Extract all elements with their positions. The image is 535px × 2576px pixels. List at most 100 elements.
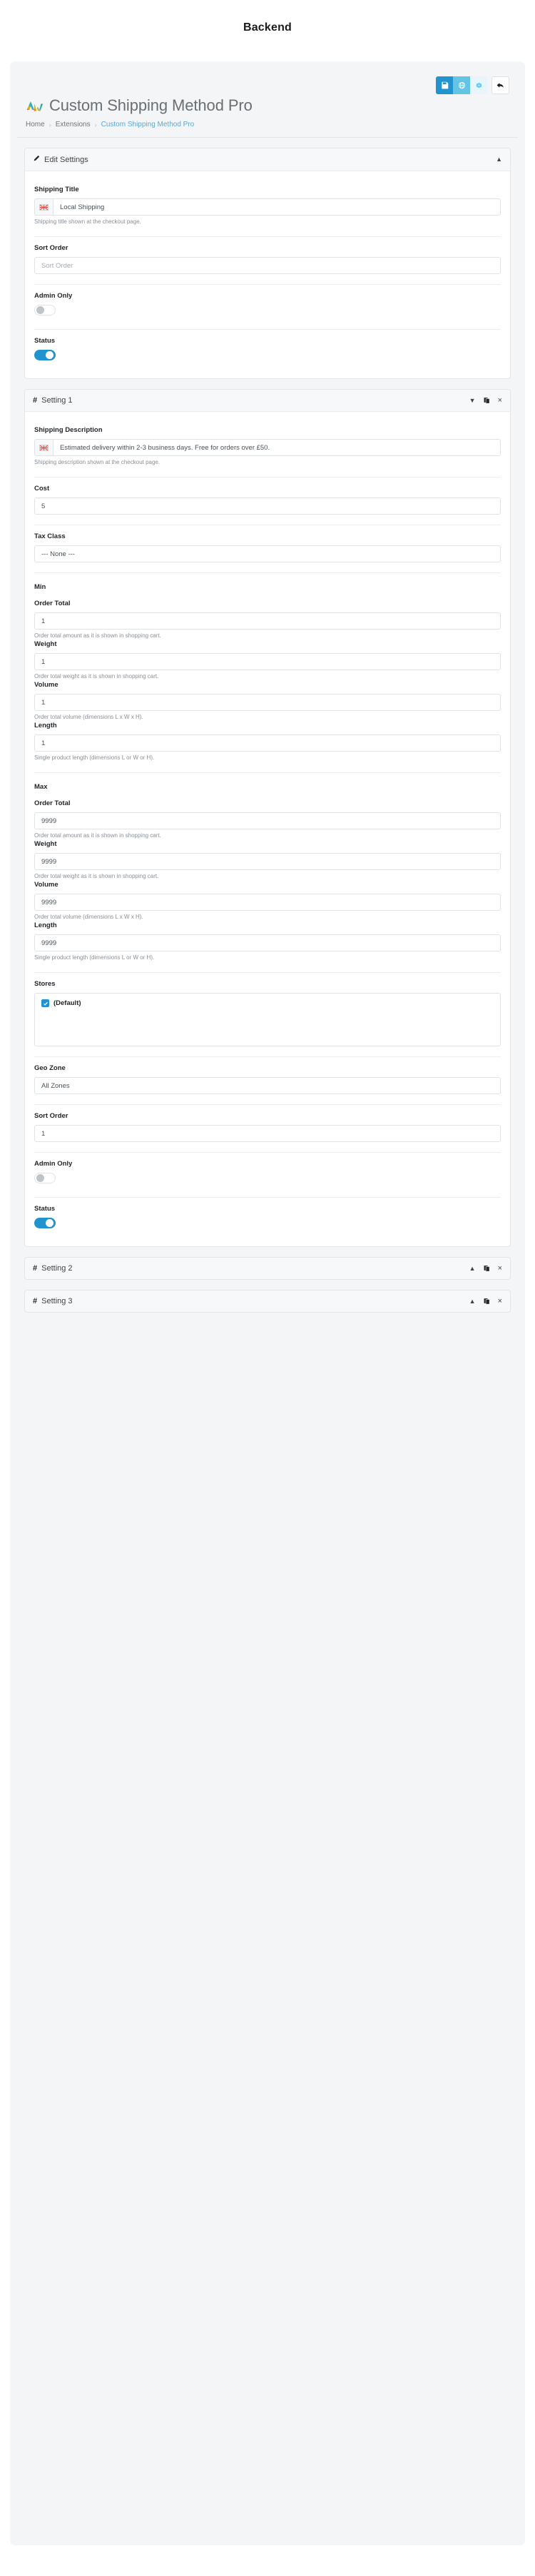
max-weight-help: Order total weight as it is shown in sho… <box>34 873 159 880</box>
setting-3-header[interactable]: # Setting 3 ▲ × <box>25 1290 510 1313</box>
max-group-label: Max <box>34 783 48 792</box>
admin-only-field: Admin Only <box>34 288 501 322</box>
divider <box>34 1197 501 1198</box>
copy-icon[interactable] <box>484 1265 490 1272</box>
status-toggle[interactable] <box>34 350 56 361</box>
geo-zone-field: Geo Zone <box>34 1060 501 1097</box>
max-order-total-input[interactable] <box>34 812 501 830</box>
divider <box>34 477 501 478</box>
min-length-input[interactable] <box>34 734 501 752</box>
tax-class-select[interactable] <box>34 545 501 563</box>
sort-order-input[interactable] <box>34 257 501 275</box>
caret-up-icon[interactable]: ▲ <box>496 156 502 163</box>
shipping-title-label: Shipping Title <box>34 186 79 194</box>
admin-only-toggle[interactable] <box>34 305 56 316</box>
back-arrow-icon <box>496 81 504 89</box>
shipping-description-label: Shipping Description <box>34 426 103 435</box>
divider <box>34 1152 501 1153</box>
close-icon[interactable]: × <box>498 1297 502 1305</box>
min-weight-label: Weight <box>34 640 57 649</box>
min-weight-input[interactable] <box>34 653 501 671</box>
breadcrumb-separator-icon: › <box>94 121 97 128</box>
max-volume-label: Volume <box>34 881 58 889</box>
admin-shell: Custom Shipping Method Pro Home › Extens… <box>10 61 525 2545</box>
max-volume-input[interactable] <box>34 894 501 911</box>
breadcrumb-item-home[interactable]: Home <box>26 121 45 128</box>
uk-flag-icon <box>34 439 53 457</box>
divider <box>34 236 501 238</box>
setting-1-body: Shipping Description Shipping descriptio… <box>25 412 510 1246</box>
min-length-help: Single product length (dimensions L or W… <box>34 754 155 762</box>
stores-multiselect[interactable]: (Default) <box>34 993 501 1047</box>
stores-option-label: (Default) <box>54 999 81 1008</box>
close-icon[interactable]: × <box>498 396 502 405</box>
divider <box>34 329 501 330</box>
save-button[interactable] <box>436 76 453 94</box>
setting-2-title-group: # Setting 2 <box>33 1264 73 1273</box>
max-order-total-help: Order total amount as it is shown in sho… <box>34 832 161 839</box>
divider <box>34 772 501 774</box>
hash-icon: # <box>33 396 38 405</box>
globe-button[interactable] <box>453 76 470 94</box>
min-volume-help: Order total volume (dimensions L x W x H… <box>34 714 143 721</box>
edit-settings-title: Edit Settings <box>44 155 88 164</box>
admin-header: Custom Shipping Method Pro Home › Extens… <box>17 69 518 138</box>
setting-1-title-group: # Setting 1 <box>33 396 73 405</box>
caret-up-icon[interactable]: ▲ <box>469 1265 476 1272</box>
checkbox-checked-icon[interactable] <box>41 999 49 1008</box>
globe-icon <box>458 81 466 89</box>
copy-icon[interactable] <box>484 397 490 404</box>
setting-2-header[interactable]: # Setting 2 ▲ × <box>25 1258 510 1280</box>
copy-icon[interactable] <box>484 1298 490 1305</box>
setting-3-title-group: # Setting 3 <box>33 1297 73 1305</box>
setting-panel-2: # Setting 2 ▲ × <box>24 1257 511 1281</box>
stores-option-default[interactable]: (Default) <box>41 999 494 1008</box>
min-order-total-input[interactable] <box>34 612 501 630</box>
admin-only-label: Admin Only <box>34 292 73 300</box>
cost-field: Cost <box>34 480 501 517</box>
caret-up-icon[interactable]: ▲ <box>469 1298 476 1305</box>
tax-class-label: Tax Class <box>34 532 66 541</box>
toggle-knob-icon <box>36 1174 44 1183</box>
edit-settings-panel-header[interactable]: Edit Settings ▲ <box>25 148 510 172</box>
shipping-title-input[interactable] <box>53 198 501 216</box>
min-group: Min Order Total Order total amount as it… <box>34 576 501 765</box>
setting-1-sort-order-input[interactable] <box>34 1125 501 1143</box>
shipping-description-input[interactable] <box>53 439 501 457</box>
max-length-input[interactable] <box>34 934 501 952</box>
geo-zone-select[interactable] <box>34 1077 501 1095</box>
close-icon[interactable]: × <box>498 1264 502 1273</box>
shipping-title-help: Shipping title shown at the checkout pag… <box>34 218 141 226</box>
setting-1-status-toggle[interactable] <box>34 1218 56 1229</box>
breadcrumb-item-current[interactable]: Custom Shipping Method Pro <box>101 121 195 128</box>
status-field: Status <box>34 333 501 367</box>
setting-1-admin-only-label: Admin Only <box>34 1160 73 1168</box>
page-title: Custom Shipping Method Pro <box>49 96 253 114</box>
sort-order-field: Sort Order <box>34 240 501 277</box>
gear-icon <box>475 81 483 89</box>
min-volume-label: Volume <box>34 681 58 690</box>
max-length-help: Single product length (dimensions L or W… <box>34 954 155 961</box>
setting-1-status-label: Status <box>34 1205 56 1213</box>
shipping-title-input-group <box>34 198 501 216</box>
toggle-knob-icon <box>46 351 54 360</box>
breadcrumb-item-extensions[interactable]: Extensions <box>56 121 91 128</box>
geo-zone-label: Geo Zone <box>34 1064 66 1073</box>
max-weight-input[interactable] <box>34 853 501 871</box>
edit-settings-header-actions: ▲ <box>496 156 502 163</box>
setting-1-admin-only-toggle[interactable] <box>34 1173 56 1184</box>
min-volume-input[interactable] <box>34 694 501 712</box>
aw-logo-icon <box>26 99 44 112</box>
max-volume-help: Order total volume (dimensions L x W x H… <box>34 914 143 921</box>
setting-1-header[interactable]: # Setting 1 ▼ × <box>25 390 510 413</box>
divider <box>34 1056 501 1058</box>
cost-input[interactable] <box>34 497 501 515</box>
setting-1-title: Setting 1 <box>41 396 73 405</box>
settings-button[interactable] <box>470 76 487 94</box>
save-icon <box>441 81 449 89</box>
caret-down-icon[interactable]: ▼ <box>469 397 476 404</box>
back-button[interactable] <box>491 76 509 94</box>
sort-order-label: Sort Order <box>34 244 68 253</box>
max-group: Max Order Total Order total amount as it… <box>34 776 501 965</box>
setting-panel-3: # Setting 3 ▲ × <box>24 1290 511 1313</box>
